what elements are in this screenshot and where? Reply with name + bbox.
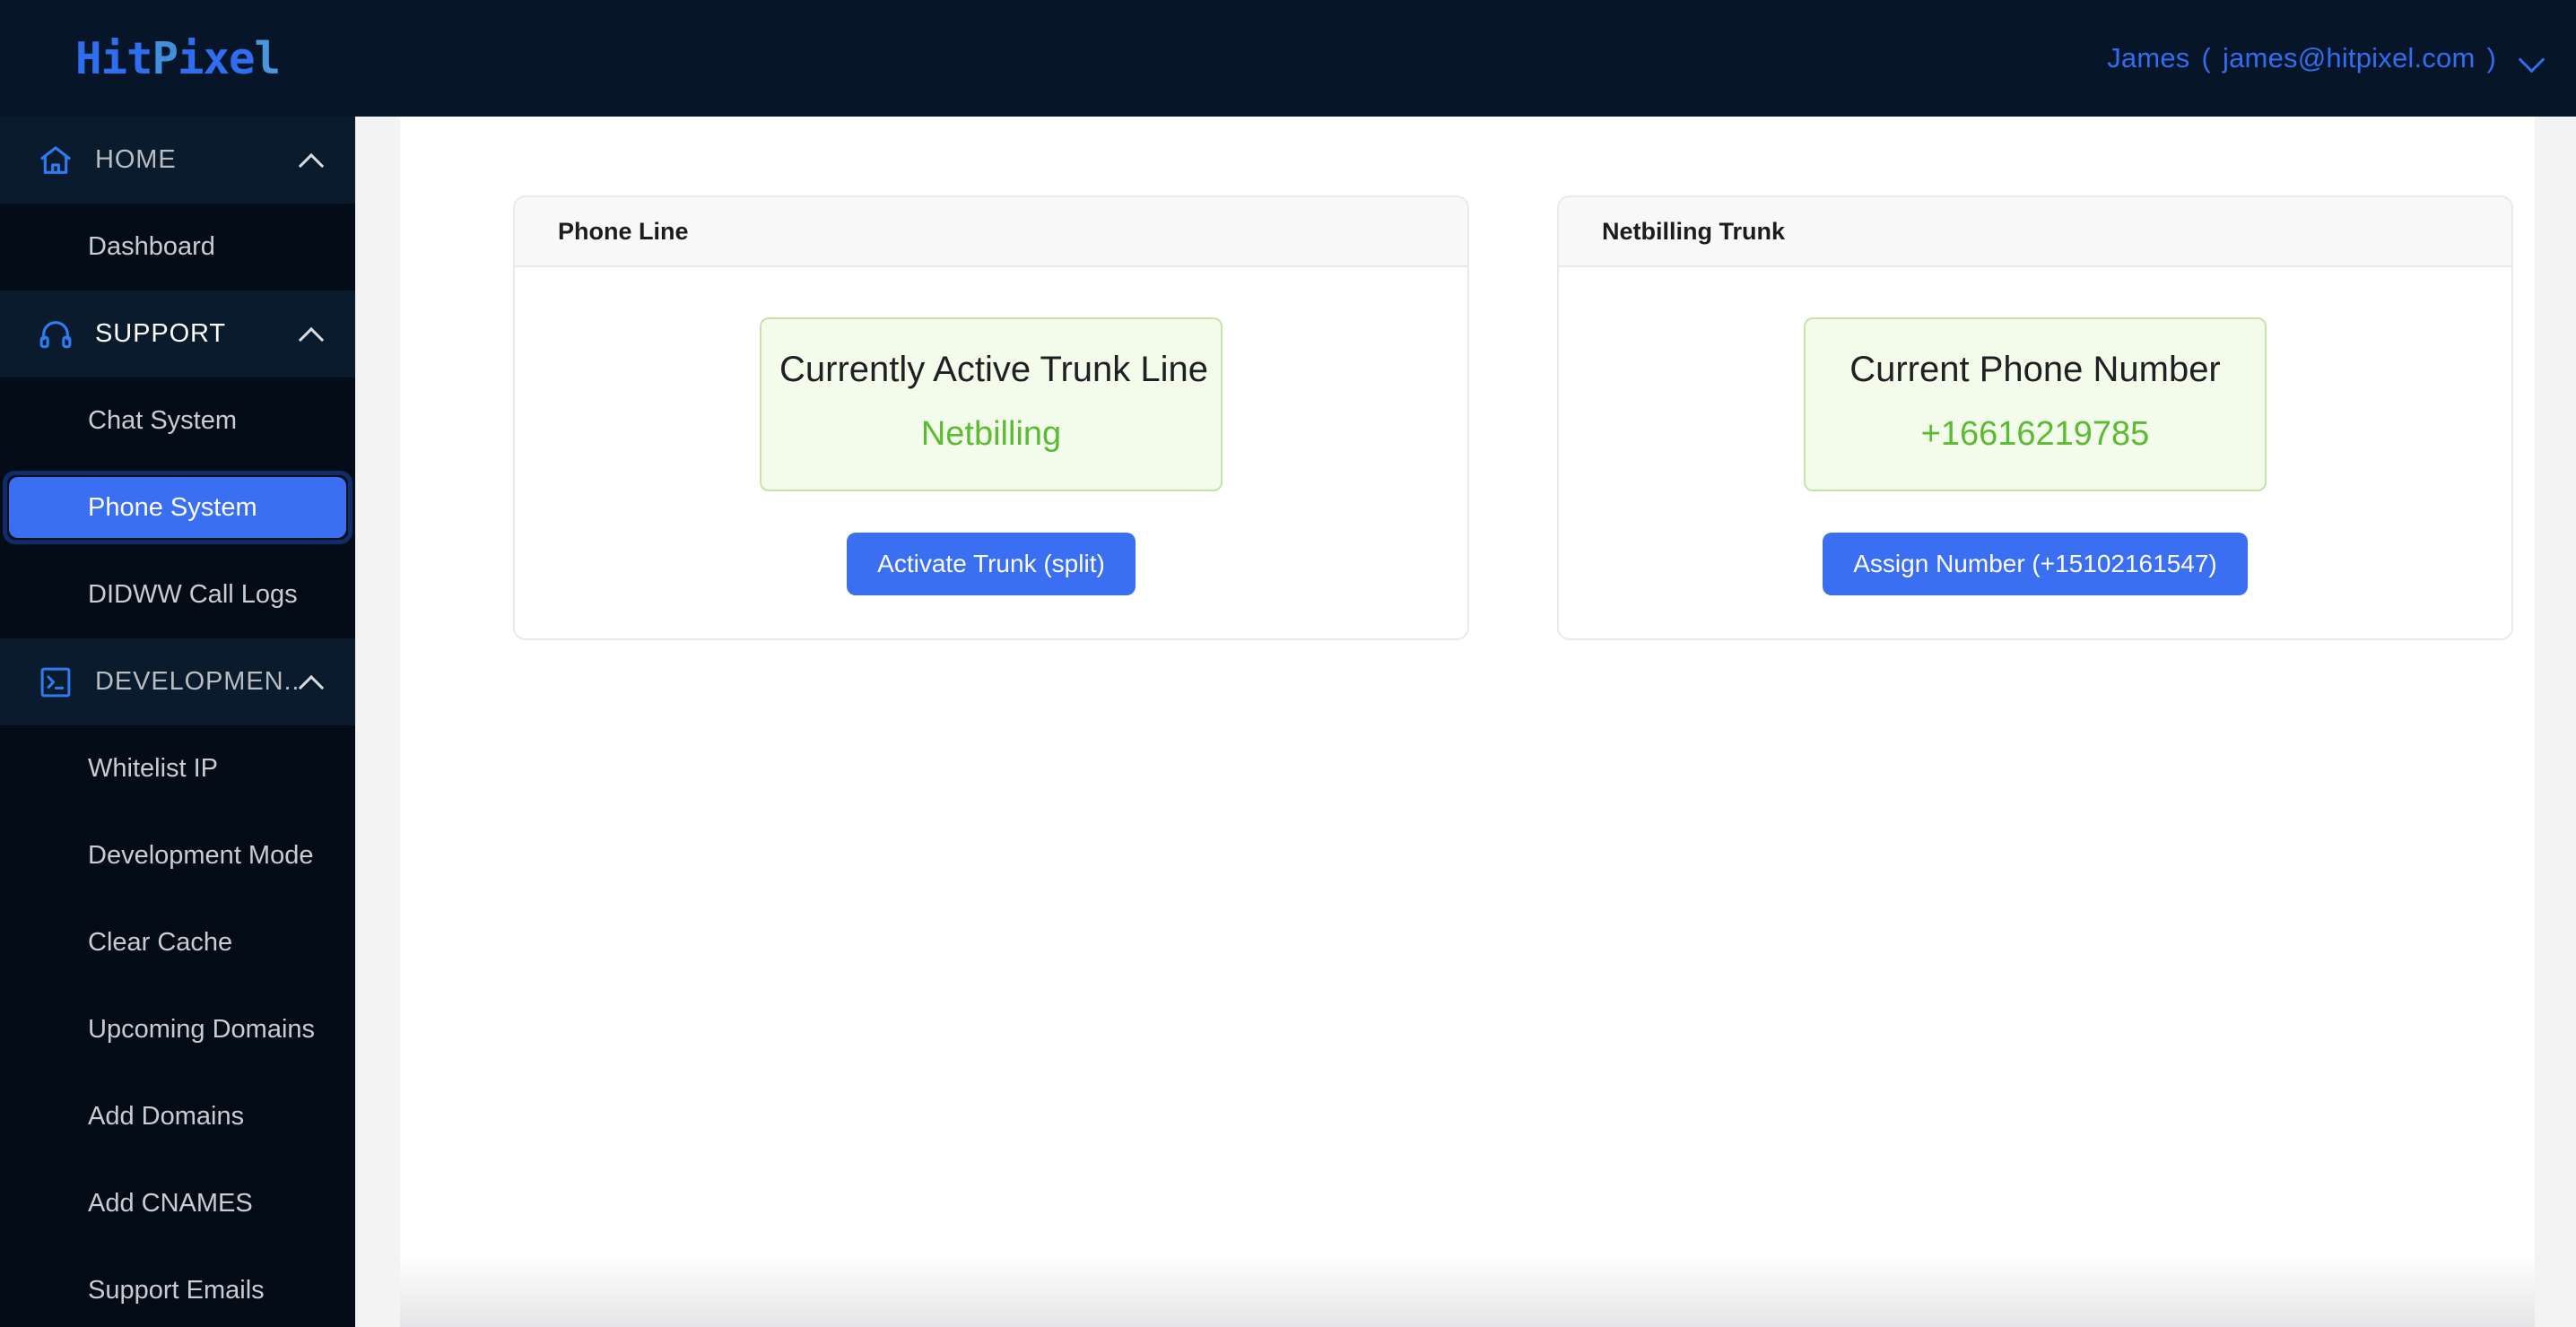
home-icon [36,141,75,180]
sidebar-section-label: DEVELOPMEN... [95,667,298,696]
card-body: Currently Active Trunk Line Netbilling A… [515,267,1467,638]
sidebar-item-label: Support Emails [88,1276,265,1305]
chevron-up-icon[interactable] [298,150,325,171]
card-phone-line: Phone Line Currently Active Trunk Line N… [513,195,1469,640]
sidebar-item-label[interactable]: Phone System [9,477,346,538]
logo-part-4: l [254,32,281,84]
user-account-menu[interactable]: James ( james@hitpixel.com ) [2107,42,2546,74]
chevron-up-icon[interactable] [298,324,325,345]
sidebar-item-label: Development Mode [88,841,314,870]
alert-value: Netbilling [920,415,1062,453]
sidebar-item-label: Add Domains [88,1102,245,1131]
sidebar-item-clear-cache[interactable]: Clear Cache [0,899,355,986]
sidebar-item-phone-system[interactable]: Phone System [0,464,355,551]
sidebar-item-label: Chat System [88,406,237,435]
chevron-up-icon[interactable] [298,672,325,693]
card-body: Current Phone Number +16616219785 Assign… [1559,267,2511,638]
sidebar-section-label: HOME [95,145,177,174]
sidebar-item-whitelist-ip[interactable]: Whitelist IP [0,725,355,812]
sidebar-item-label: Whitelist IP [88,754,219,783]
active-trunk-alert: Currently Active Trunk Line Netbilling [760,317,1223,491]
logo-part-3: ixe [178,32,256,84]
sidebar-item-label: Add CNAMES [88,1189,253,1218]
card-netbilling-trunk: Netbilling Trunk Current Phone Number +1… [1557,195,2513,640]
sidebar-item-development-mode[interactable]: Development Mode [0,812,355,899]
headset-icon [36,315,75,354]
alert-title: Current Phone Number [1849,350,2221,389]
content-area: Phone Line Currently Active Trunk Line N… [355,117,2576,1327]
sidebar-item-chat-system[interactable]: Chat System [0,377,355,464]
chevron-down-icon[interactable] [2519,45,2546,72]
card-title: Netbilling Trunk [1559,197,2511,267]
sidebar-item-label: Clear Cache [88,928,233,957]
sidebar-section-support[interactable]: SUPPORT [0,291,355,377]
user-email: james@hitpixel.com [2223,42,2476,74]
sidebar-item-didww-call-logs[interactable]: DIDWW Call Logs [0,551,355,638]
sidebar-item-label: DIDWW Call Logs [88,580,298,609]
sidebar-item-dashboard[interactable]: Dashboard [0,204,355,291]
sidebar-item-add-cnames[interactable]: Add CNAMES [0,1160,355,1247]
terminal-icon [36,663,75,702]
panel-bottom-shadow [400,1253,2535,1327]
logo-area: Hit Pixe l [0,0,355,117]
cards-row: Phone Line Currently Active Trunk Line N… [513,195,2513,640]
top-bar: James ( james@hitpixel.com ) [0,0,2576,117]
user-name: James [2107,42,2190,74]
content-panel: Phone Line Currently Active Trunk Line N… [400,117,2535,1327]
sidebar-item-support-emails[interactable]: Support Emails [0,1247,355,1327]
activate-trunk-button[interactable]: Activate Trunk (split) [847,532,1136,595]
logo-part-1: Hit [75,32,153,84]
hitpixel-logo[interactable]: Hit Pixe l [75,32,281,84]
alert-value: +16616219785 [1920,415,2150,453]
sidebar-item-upcoming-domains[interactable]: Upcoming Domains [0,986,355,1073]
open-paren: ( [2201,42,2212,74]
assign-number-button[interactable]: Assign Number (+15102161547) [1823,532,2248,595]
sidebar-section-label: SUPPORT [95,319,226,348]
logo-part-2: P [152,32,178,84]
sidebar-section-development[interactable]: DEVELOPMEN... [0,638,355,725]
app-root: James ( james@hitpixel.com ) Hit Pixe l HO… [0,0,2576,1327]
current-phone-number-alert: Current Phone Number +16616219785 [1804,317,2267,491]
card-title: Phone Line [515,197,1467,267]
alert-title: Currently Active Trunk Line [779,350,1208,389]
sidebar-item-label: Upcoming Domains [88,1015,316,1044]
sidebar-section-home[interactable]: HOME [0,117,355,204]
close-paren: ) [2486,42,2496,74]
sidebar: Hit Pixe l HOME Dashboard SUPPORT Chat S… [0,0,355,1327]
sidebar-item-label: Dashboard [88,232,215,261]
sidebar-item-add-domains[interactable]: Add Domains [0,1073,355,1160]
